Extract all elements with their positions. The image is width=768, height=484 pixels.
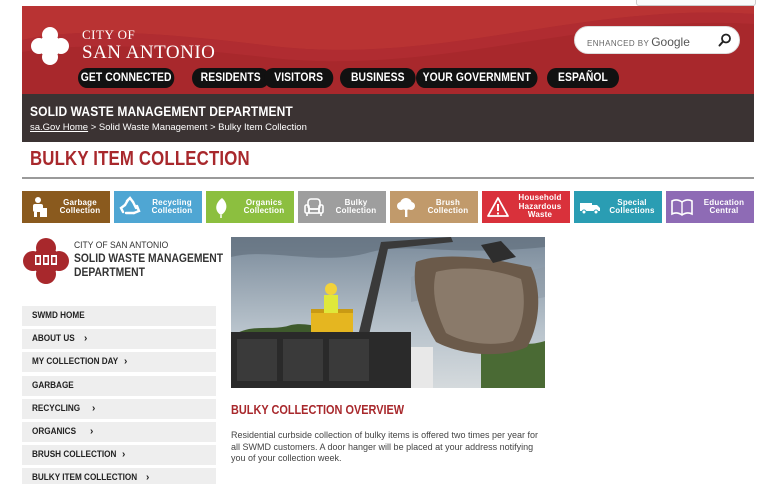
swmd-logo-text[interactable]: CITY OF SAN ANTONIO SOLID WASTE MANAGEME… <box>74 240 247 279</box>
truck-icon <box>580 203 600 215</box>
nav-business[interactable]: BUSINESS <box>340 68 416 88</box>
nav-your-government[interactable]: YOUR GOVERNMENT <box>416 68 538 88</box>
side-item-bulky-item-collection[interactable]: BULKY ITEM COLLECTION › <box>22 468 216 484</box>
bulky-collection-photo <box>231 237 545 388</box>
chevron-right-icon: › <box>84 333 88 345</box>
tile-label: Garbage Collection <box>59 197 101 215</box>
city-name-line2: SAN ANTONIO <box>82 42 216 63</box>
side-item-label: BRUSH COLLECTION <box>32 449 117 461</box>
tile-label: Recycling Collection <box>151 197 193 215</box>
garbage-worker-icon <box>33 197 47 217</box>
breadcrumb-middle[interactable]: Solid Waste Management <box>99 122 207 133</box>
city-name-line1: CITY OF <box>82 27 136 42</box>
nav-visitors[interactable]: VISITORS <box>264 68 334 88</box>
side-item-swmd-home[interactable]: SWMD HOME <box>22 306 216 326</box>
side-item-organics[interactable]: ORGANICS › <box>22 421 216 442</box>
tile-bulky-collection[interactable]: Bulky Collection <box>298 191 386 223</box>
swmd-logo-line1: CITY OF SAN ANTONIO <box>74 240 169 251</box>
swmd-logo-line3: DEPARTMENT <box>74 265 145 279</box>
recycle-icon <box>119 196 141 215</box>
tile-organics-collection[interactable]: Organics Collection <box>206 191 294 223</box>
nav-espanol[interactable]: ESPAÑOL <box>547 68 619 88</box>
city-logo-icon[interactable] <box>30 26 70 66</box>
site-header: CITY OF SAN ANTONIO ENHANCED BY Google GE… <box>22 6 754 94</box>
page-title: BULKY ITEM COLLECTION <box>30 148 250 170</box>
tile-garbage-collection[interactable]: Garbage Collection <box>22 191 110 223</box>
chevron-right-icon: › <box>146 472 150 484</box>
leaf-icon <box>216 198 227 218</box>
swmd-logo-icon[interactable] <box>22 237 70 285</box>
swmd-logo-line2: SOLID WASTE MANAGEMENT <box>74 251 224 265</box>
side-item-label: RECYCLING <box>32 402 81 414</box>
nav-get-connected[interactable]: GET CONNECTED <box>78 68 175 88</box>
side-item-garbage[interactable]: GARBAGE <box>22 375 216 396</box>
tile-label: Household Hazardous Waste <box>518 193 562 220</box>
side-item-my-collection-day[interactable]: MY COLLECTION DAY › <box>22 352 216 373</box>
nav-residents[interactable]: RESIDENTS <box>192 68 270 88</box>
side-menu: SWMD HOME ABOUT US › MY COLLECTION DAY › G… <box>22 306 216 484</box>
tile-label: Special Collections <box>609 197 655 215</box>
tile-recycling-collection[interactable]: Recycling Collection <box>114 191 202 223</box>
chevron-right-icon: › <box>122 449 126 461</box>
department-bar: SOLID WASTE MANAGEMENT DEPARTMENT sa.Gov… <box>22 94 754 142</box>
breadcrumb-separator: > <box>207 122 219 133</box>
tile-education-central[interactable]: Education Central <box>666 191 754 223</box>
book-icon <box>671 199 693 216</box>
tile-label: Bulky Collection <box>335 197 377 215</box>
breadcrumb-separator: > <box>88 122 99 133</box>
side-item-label: ABOUT US <box>32 333 75 345</box>
search-input[interactable]: ENHANCED BY Google <box>574 26 740 54</box>
side-item-label: ORGANICS <box>32 425 77 437</box>
city-wordmark[interactable]: CITY OF SAN ANTONIO <box>82 28 215 62</box>
breadcrumb-home-link[interactable]: sa.Gov Home <box>30 122 88 133</box>
tile-special-collections[interactable]: Special Collections <box>574 191 662 223</box>
search-placeholder: ENHANCED BY Google <box>587 35 690 49</box>
side-item-recycling[interactable]: RECYCLING › <box>22 398 216 419</box>
tile-brush-collection[interactable]: Brush Collection <box>390 191 478 223</box>
overview-body: Residential curbside collection of bulky… <box>231 430 538 463</box>
tree-icon <box>397 198 415 217</box>
breadcrumb: sa.Gov Home > Solid Waste Management > B… <box>30 122 307 133</box>
breadcrumb-current: Bulky Item Collection <box>218 122 307 133</box>
warning-icon <box>487 197 509 217</box>
side-item-label: SWMD HOME <box>32 310 85 321</box>
side-item-label: MY COLLECTION DAY <box>32 356 119 368</box>
tile-label: Organics Collection <box>243 197 285 215</box>
armchair-icon <box>304 198 324 216</box>
side-item-label: BULKY ITEM COLLECTION <box>32 472 138 484</box>
chevron-right-icon: › <box>92 402 96 414</box>
side-item-brush-collection[interactable]: BRUSH COLLECTION › <box>22 445 216 466</box>
search-brand: Google <box>651 35 690 49</box>
chevron-right-icon: › <box>124 356 128 368</box>
side-item-label: GARBAGE <box>32 379 74 391</box>
tile-label: Brush Collection <box>427 197 469 215</box>
search-icon[interactable] <box>718 33 732 47</box>
department-title: SOLID WASTE MANAGEMENT DEPARTMENT <box>30 103 293 119</box>
title-divider <box>22 177 754 179</box>
overview-heading: BULKY COLLECTION OVERVIEW <box>231 402 405 417</box>
side-item-about-us[interactable]: ABOUT US › <box>22 329 216 350</box>
tile-label: Education Central <box>703 197 745 215</box>
chevron-right-icon: › <box>90 425 94 437</box>
tile-household-hazardous-waste[interactable]: Household Hazardous Waste <box>482 191 570 223</box>
